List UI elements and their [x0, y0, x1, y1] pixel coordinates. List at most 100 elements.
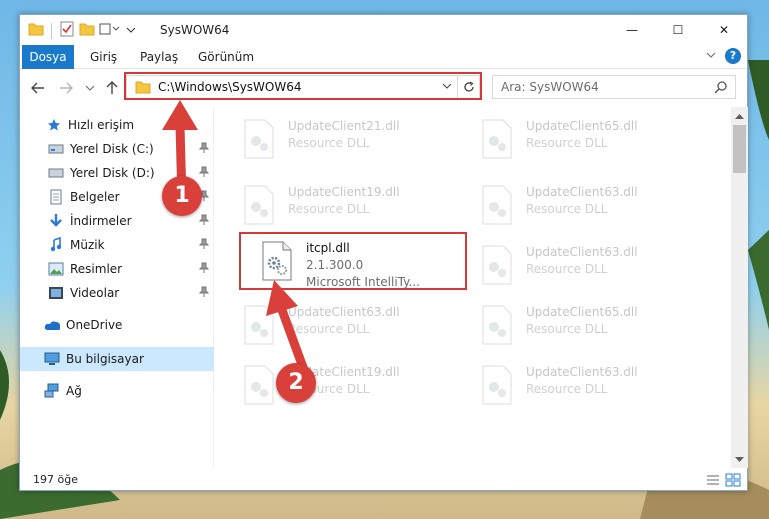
file-description: Resource DLL — [526, 382, 608, 396]
music-icon — [48, 237, 64, 253]
large-icons-view-icon[interactable] — [725, 473, 741, 490]
window-controls: — ☐ ✕ — [609, 15, 747, 45]
file-name: UpdateClient65.dll — [526, 119, 638, 133]
window-title: SysWOW64 — [160, 23, 230, 37]
dll-file-icon — [244, 185, 274, 225]
dll-file-icon — [482, 305, 512, 345]
pin-icon[interactable] — [198, 262, 210, 277]
sidebar-item-label: Ağ — [66, 384, 82, 398]
arrow-to-file — [266, 280, 309, 375]
title-bar: SysWOW64 — ☐ ✕ — [20, 15, 747, 45]
documents-icon — [48, 189, 64, 205]
view-buttons — [705, 473, 741, 490]
tab-view[interactable]: Görünüm — [188, 45, 264, 69]
up-arrow-icon — [106, 81, 118, 94]
computer-icon — [44, 351, 60, 367]
sidebar-item-label: Videolar — [70, 286, 120, 300]
sidebar-item-label: Hızlı erişim — [68, 118, 135, 132]
sidebar-item-pictures[interactable]: Resimler — [20, 257, 214, 281]
sidebar-item-label: Resimler — [70, 262, 123, 276]
forward-button[interactable] — [56, 78, 76, 98]
scroll-thumb[interactable] — [733, 125, 746, 173]
maximize-button[interactable]: ☐ — [655, 15, 701, 45]
tab-home[interactable]: Giriş — [80, 45, 127, 69]
search-input[interactable]: Ara: SysWOW64 — [501, 80, 599, 94]
sidebar-item-videos[interactable]: Videolar — [20, 281, 214, 305]
toolbar-overflow-icon[interactable] — [125, 23, 137, 38]
file-tile[interactable]: UpdateClient65.dll Resource DLL — [474, 111, 704, 169]
sidebar-item-onedrive[interactable]: OneDrive — [20, 313, 214, 337]
file-name: UpdateClient65.dll — [526, 305, 638, 319]
chevron-down-icon — [735, 456, 744, 462]
chevron-up-icon — [735, 113, 744, 119]
toolbar-divider — [51, 22, 52, 39]
pictures-icon — [48, 261, 64, 277]
dll-file-icon — [482, 119, 512, 159]
search-icon — [714, 80, 728, 97]
details-view-icon[interactable] — [705, 473, 721, 490]
tab-share[interactable]: Paylaş — [130, 45, 188, 69]
properties-icon[interactable] — [59, 21, 75, 40]
vertical-scrollbar[interactable] — [731, 107, 748, 468]
pin-icon[interactable] — [198, 214, 210, 229]
sidebar-item-music[interactable]: Müzik — [20, 233, 214, 257]
scroll-down-button[interactable] — [731, 451, 748, 468]
sidebar-item-label: Yerel Disk (C:) — [70, 142, 154, 156]
file-description: Resource DLL — [526, 262, 608, 276]
up-button[interactable] — [102, 78, 122, 98]
file-name: UpdateClient21.dll — [288, 119, 400, 133]
step-marker-2: 2 — [276, 363, 316, 403]
dll-file-icon — [482, 185, 512, 225]
back-arrow-icon — [31, 82, 44, 94]
pin-icon[interactable] — [198, 238, 210, 253]
file-name: UpdateClient19.dll — [288, 185, 400, 199]
network-icon — [44, 383, 60, 399]
dll-file-icon — [482, 365, 512, 405]
file-name: UpdateClient63.dll — [526, 185, 638, 199]
ribbon-right: ? — [705, 48, 741, 64]
file-tile[interactable]: UpdateClient63.dll Resource DLL — [474, 357, 704, 415]
videos-icon — [48, 285, 64, 301]
sidebar-item-label: İndirmeler — [70, 214, 132, 228]
minimize-button[interactable]: — — [609, 15, 655, 45]
file-tile[interactable]: UpdateClient63.dll Resource DLL — [474, 177, 704, 235]
drive-icon — [48, 141, 64, 157]
tab-file[interactable]: Dosya — [22, 45, 74, 69]
sidebar-item-label: OneDrive — [66, 318, 123, 332]
star-icon — [46, 117, 62, 133]
sidebar-item-label: Bu bilgisayar — [66, 352, 144, 366]
file-description: Resource DLL — [526, 202, 608, 216]
recent-locations-button[interactable] — [80, 78, 100, 98]
sidebar-item-network[interactable]: Ağ — [20, 379, 214, 403]
cloud-icon — [44, 317, 60, 333]
file-description: Resource DLL — [526, 322, 608, 336]
dll-file-icon — [482, 245, 512, 285]
expand-ribbon-icon[interactable] — [705, 49, 717, 64]
file-tile[interactable]: UpdateClient21.dll Resource DLL — [236, 111, 466, 169]
sidebar-item-this-pc[interactable]: Bu bilgisayar — [20, 347, 214, 371]
file-tile[interactable]: UpdateClient19.dll Resource DLL — [236, 177, 466, 235]
ribbon-tabs: Dosya Giriş Paylaş Görünüm ? — [20, 45, 747, 69]
file-tile[interactable]: UpdateClient63.dll Resource DLL — [474, 237, 704, 295]
back-button[interactable] — [28, 78, 48, 98]
search-box[interactable]: Ara: SysWOW64 — [492, 75, 736, 99]
file-name: UpdateClient63.dll — [526, 365, 638, 379]
download-icon — [48, 213, 64, 229]
dll-file-icon — [244, 119, 274, 159]
scroll-up-button[interactable] — [731, 107, 748, 124]
sidebar-item-label: Belgeler — [70, 190, 120, 204]
file-tile[interactable]: UpdateClient65.dll Resource DLL — [474, 297, 704, 355]
item-count: 197 öğe — [33, 473, 78, 486]
new-folder-icon[interactable] — [79, 22, 95, 39]
minimize-icon: — — [626, 23, 638, 37]
file-description: Resource DLL — [526, 136, 608, 150]
pin-icon[interactable] — [198, 286, 210, 301]
close-button[interactable]: ✕ — [701, 15, 747, 45]
help-icon[interactable]: ? — [725, 48, 741, 64]
forward-arrow-icon — [60, 82, 73, 94]
quick-access-toolbar — [28, 21, 137, 40]
customize-toolbar-icon[interactable] — [99, 22, 121, 39]
chevron-down-icon — [85, 85, 95, 91]
folder-icon — [28, 22, 44, 39]
file-name: UpdateClient63.dll — [526, 245, 638, 259]
